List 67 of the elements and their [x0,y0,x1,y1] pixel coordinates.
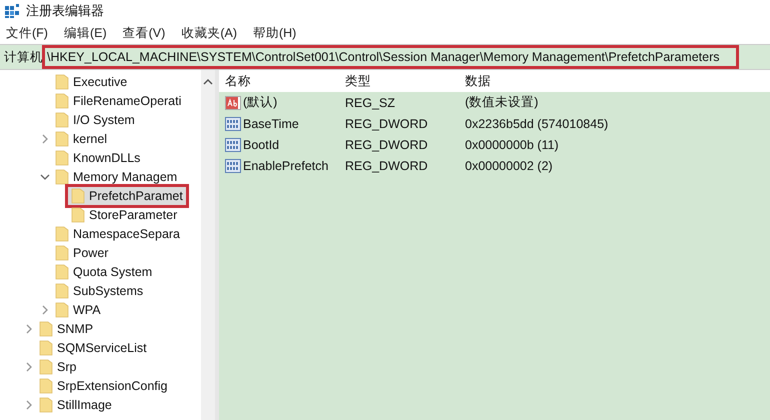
folder-icon [55,302,69,318]
tree-item[interactable]: NamespaceSepara [52,224,184,242]
folder-icon [71,188,85,204]
value-type: REG_DWORD [344,116,429,130]
tree-item[interactable]: Executive [52,72,130,90]
folder-icon [39,358,53,374]
tree-item[interactable]: SrpExtensionConfig [36,376,170,394]
chevron-right-icon[interactable] [41,304,49,314]
folder-icon [39,340,53,356]
window-title: 注册表编辑器 [26,2,104,20]
chevron-right-icon[interactable] [25,400,33,410]
folder-icon [55,112,69,128]
folder-icon [71,206,85,222]
folder-icon [55,150,69,166]
chevron-right-icon[interactable] [25,324,33,334]
tree-item[interactable]: kernel [52,130,110,148]
folder-icon [39,320,53,336]
tree-item[interactable]: Memory Managem [52,168,180,186]
tree-item[interactable]: StoreParameter [68,206,180,224]
value-name[interactable]: EnablePrefetch [243,158,328,172]
chevron-down-icon[interactable] [40,172,50,180]
chevron-right-icon[interactable] [25,362,33,372]
value-name[interactable]: (默认) [243,94,278,111]
tree-item[interactable]: SNMP [36,320,96,338]
value-name[interactable]: BootId [243,138,280,152]
folder-icon [55,226,69,242]
scrollbar[interactable] [201,70,215,420]
folder-icon [55,74,69,90]
folder-icon [55,92,69,108]
value-type: REG_SZ [344,96,396,110]
folder-icon [39,378,53,394]
chevron-right-icon[interactable] [41,134,49,144]
scroll-up-icon[interactable] [203,78,213,86]
value-data: 0x00000002 (2) [464,158,554,172]
value-data: (数值未设置) [464,94,540,111]
menu-item[interactable]: 收藏夹(A) [181,24,237,42]
column-header[interactable]: 名称 [219,72,339,90]
column-header[interactable]: 数据 [459,72,770,90]
column-header[interactable]: 类型 [339,72,459,90]
folder-icon [55,168,69,184]
menu-item[interactable]: 编辑(E) [64,24,107,42]
value-type: REG_DWORD [344,138,429,152]
tree-item[interactable]: WPA [52,300,104,318]
tree-item[interactable]: StillImage [36,396,115,414]
tree-item[interactable]: SubSystems [52,282,146,300]
menu-item[interactable]: 查看(V) [122,24,166,42]
tree-item[interactable]: KnownDLLs [52,148,144,166]
menu-item[interactable]: 帮助(H) [252,24,296,42]
value-data: 0x0000000b (11) [464,138,560,152]
folder-icon [39,396,53,412]
value-name[interactable]: BaseTime [243,116,299,130]
tree-item[interactable]: Power [52,244,112,262]
tree-item[interactable]: Quota System [52,262,156,280]
tree-item[interactable]: SQMServiceList [36,338,150,356]
tree-item[interactable]: Srp [36,358,80,376]
tree-item[interactable]: PrefetchParamet [68,186,186,204]
address-bar[interactable]: 计算机 \HKEY_LOCAL_MACHINE\SYSTEM\ControlSet001\Control\Session Manager\Memory Management\PrefetchParameters [0,44,770,70]
registry-app-icon [4,3,20,19]
menu-item[interactable]: 文件(F) [6,24,48,42]
tree-item[interactable]: FileRenameOperati [52,92,184,110]
folder-icon [55,282,69,298]
folder-icon [55,264,69,280]
value-type: REG_DWORD [344,158,429,172]
value-data: 0x2236b5dd (574010845) [464,116,610,130]
folder-icon [55,244,69,260]
folder-icon [55,130,69,146]
tree-item[interactable]: I/O System [52,110,138,128]
